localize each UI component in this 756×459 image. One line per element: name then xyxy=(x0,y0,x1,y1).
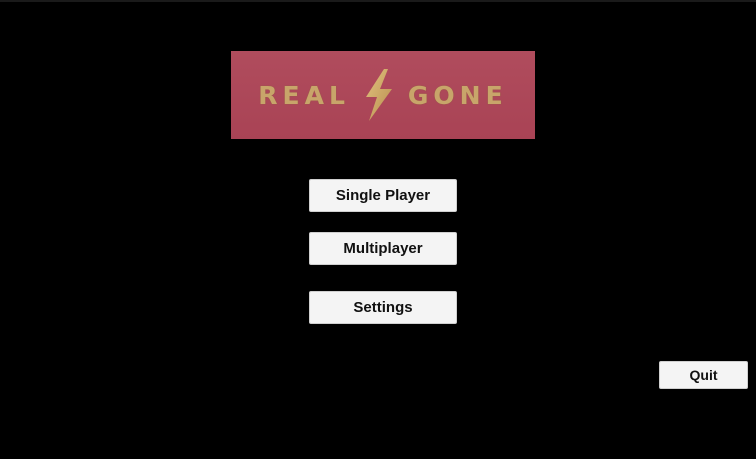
logo-word-right: GONE xyxy=(407,80,508,110)
logo-word-left: REAL xyxy=(258,80,350,110)
multiplayer-button[interactable]: Multiplayer xyxy=(309,232,457,265)
lightning-bolt-icon xyxy=(365,69,392,121)
settings-button[interactable]: Settings xyxy=(309,291,457,324)
single-player-button[interactable]: Single Player xyxy=(309,179,457,212)
quit-button[interactable]: Quit xyxy=(659,361,748,389)
game-logo: REAL GONE xyxy=(231,51,535,139)
window-top-edge xyxy=(0,0,756,2)
